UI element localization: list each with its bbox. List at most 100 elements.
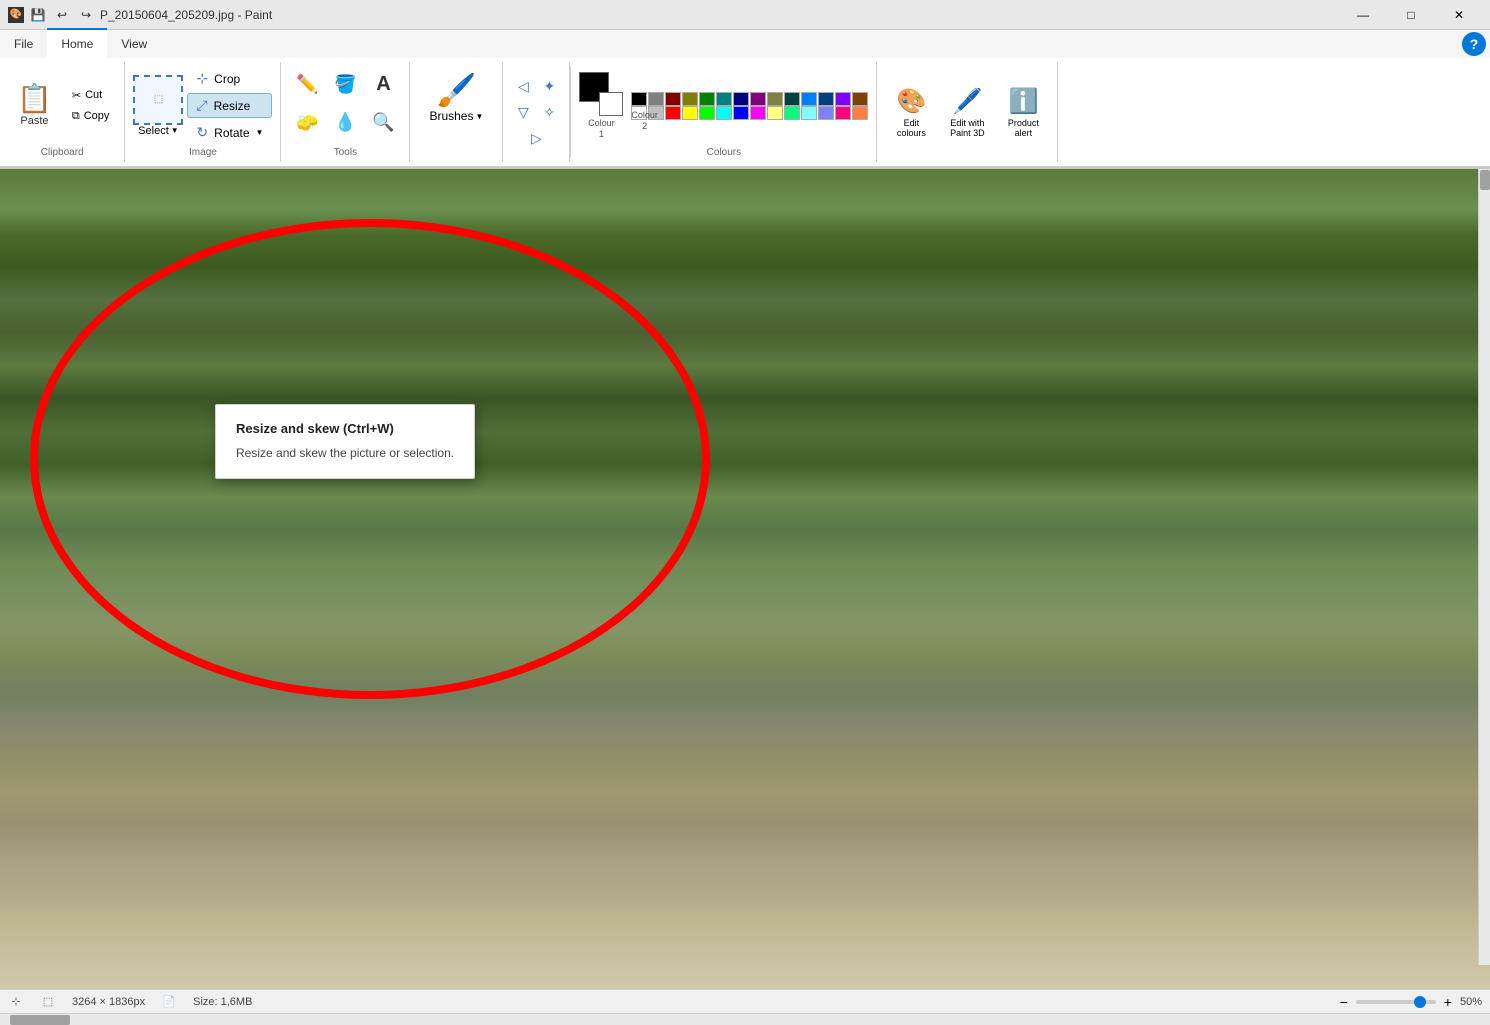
redo-button[interactable]: ↪ (76, 5, 96, 25)
clipboard-group-content: 📋 Paste Cut Copy (8, 66, 116, 145)
edit-colors-button[interactable]: 🎨 Edit colours (885, 82, 937, 143)
zoom-in-button[interactable]: + (1444, 994, 1452, 1010)
brushes-dropdown-arrow: ▼ (475, 112, 483, 121)
select-dropdown-arrow: ▼ (171, 126, 179, 135)
fill-button[interactable]: 🪣 (327, 66, 363, 102)
color-cell[interactable] (631, 92, 647, 106)
image-group-label: Image (189, 145, 217, 158)
v-scroll-thumb[interactable] (1480, 170, 1490, 190)
color-picker-button[interactable]: 💧 (327, 104, 363, 140)
canvas-area[interactable]: Resize and skew (Ctrl+W) Resize and skew… (0, 169, 1490, 989)
zoom-level: 50% (1460, 996, 1482, 1008)
edit-paint3d-button[interactable]: 🖊️ Edit with Paint 3D (941, 82, 993, 143)
brushes-button[interactable]: 🖌️ Brushes ▼ (418, 66, 494, 128)
color-cell[interactable] (852, 106, 868, 120)
window-controls: — □ ✕ (1340, 0, 1482, 30)
paste-button[interactable]: 📋 Paste (8, 80, 61, 132)
magnifier-button[interactable]: 🔍 (365, 104, 401, 140)
color-cell[interactable] (699, 92, 715, 106)
brushes-label-row: Brushes ▼ (429, 109, 483, 123)
tooltip-popup: Resize and skew (Ctrl+W) Resize and skew… (215, 404, 475, 479)
help-button[interactable]: ? (1462, 32, 1486, 56)
zoom-slider-thumb[interactable] (1414, 996, 1426, 1008)
color-cell[interactable] (784, 106, 800, 120)
product-alert-icon: ℹ️ (1008, 87, 1038, 116)
color-cell[interactable] (733, 92, 749, 106)
color-cell[interactable] (648, 92, 664, 106)
more-shapes[interactable]: ▷ (524, 126, 548, 150)
eraser-button[interactable]: 🧽 (289, 104, 325, 140)
undo-button[interactable]: ↩ (52, 5, 72, 25)
tab-view[interactable]: View (107, 30, 161, 58)
color-cell[interactable] (767, 92, 783, 106)
rotate-dropdown-arrow: ▼ (256, 128, 264, 137)
color-cell[interactable] (818, 92, 834, 106)
save-button[interactable]: 💾 (28, 5, 48, 25)
close-button[interactable]: ✕ (1436, 0, 1482, 30)
image-group: ⬚ Select ▼ ⊹ Crop ⤢ Resize (125, 62, 281, 162)
brushes-icon: 🖌️ (436, 71, 476, 109)
tab-home[interactable]: Home (47, 28, 107, 58)
edit-paint3d-label: Edit with Paint 3D (946, 118, 988, 138)
color-cell[interactable] (835, 106, 851, 120)
tab-file[interactable]: File (0, 30, 47, 58)
maximize-button[interactable]: □ (1388, 0, 1434, 30)
extra-buttons-content: 🎨 Edit colours 🖊️ Edit with Paint 3D ℹ️ … (885, 66, 1049, 158)
rotate-button[interactable]: ↻ Rotate ▼ (187, 120, 272, 145)
crop-button[interactable]: ⊹ Crop (187, 66, 272, 91)
color-cell[interactable] (750, 92, 766, 106)
color-cell[interactable] (682, 106, 698, 120)
color-cell[interactable] (835, 92, 851, 106)
product-alert-button[interactable]: ℹ️ Product alert (997, 82, 1049, 143)
zoom-slider[interactable] (1356, 1000, 1436, 1004)
select-button[interactable]: Select ▼ (138, 125, 179, 137)
copy-button[interactable]: Copy (65, 107, 117, 126)
color-palette (631, 92, 868, 120)
crop-icon: ⊹ (196, 70, 208, 87)
color-cell[interactable] (801, 106, 817, 120)
image-tools: ⊹ Crop ⤢ Resize ↻ Rotate ▼ (187, 66, 272, 145)
vertical-scrollbar[interactable] (1478, 169, 1490, 965)
color-cell[interactable] (733, 106, 749, 120)
color-cell[interactable] (750, 106, 766, 120)
arrow-left-shape[interactable]: ◁ (511, 74, 535, 98)
brushes-label: Brushes (429, 109, 473, 123)
color-cell[interactable] (716, 92, 732, 106)
pencil-button[interactable]: ✏️ (289, 66, 325, 102)
arrow-down-shape[interactable]: ▽ (511, 100, 535, 124)
star-shape[interactable]: ✦ (537, 74, 561, 98)
color-cell[interactable] (699, 106, 715, 120)
dimensions-display: 3264 × 1836px (72, 996, 145, 1008)
minimize-button[interactable]: — (1340, 0, 1386, 30)
color-cell[interactable] (682, 92, 698, 106)
color-cell[interactable] (665, 106, 681, 120)
edit-colors-label: Edit colours (890, 118, 932, 138)
color2-label: Colour2 (631, 110, 658, 132)
color-cell[interactable] (784, 92, 800, 106)
color-cell[interactable] (818, 106, 834, 120)
text-button[interactable]: A (365, 66, 401, 102)
tools-group: ✏️ 🪣 A 🧽 💧 🔍 Tools (281, 62, 410, 162)
color1-label: Colour1 (588, 118, 615, 140)
copy-icon (72, 110, 80, 123)
cut-button[interactable]: Cut (65, 86, 117, 105)
diamond-shape[interactable]: ✧ (537, 100, 561, 124)
status-bar: ⊹ ⬚ 3264 × 1836px 📄 Size: 1,6MB − + 50% (0, 989, 1490, 1013)
horizontal-scrollbar[interactable] (0, 1013, 1490, 1025)
ribbon: File Home View ? 📋 Paste Cut (0, 30, 1490, 169)
color-cell[interactable] (665, 92, 681, 106)
select-icon-box[interactable]: ⬚ (133, 75, 183, 125)
shapes-row1: ◁ ✦ (511, 74, 561, 98)
h-scroll-thumb[interactable] (10, 1015, 70, 1025)
color-swatches: Colour1 Colour2 (579, 72, 623, 140)
color-cell[interactable] (716, 106, 732, 120)
color-cell[interactable] (767, 106, 783, 120)
shapes-group: ◁ ✦ ▽ ✧ ▷ (503, 62, 570, 162)
color2-swatch[interactable] (599, 92, 623, 116)
color-cell[interactable] (801, 92, 817, 106)
color-cell[interactable] (852, 92, 868, 106)
resize-icon: ⤢ (196, 97, 207, 114)
size-icon: 📄 (161, 994, 177, 1010)
zoom-out-button[interactable]: − (1340, 994, 1348, 1010)
resize-button[interactable]: ⤢ Resize (187, 93, 272, 118)
